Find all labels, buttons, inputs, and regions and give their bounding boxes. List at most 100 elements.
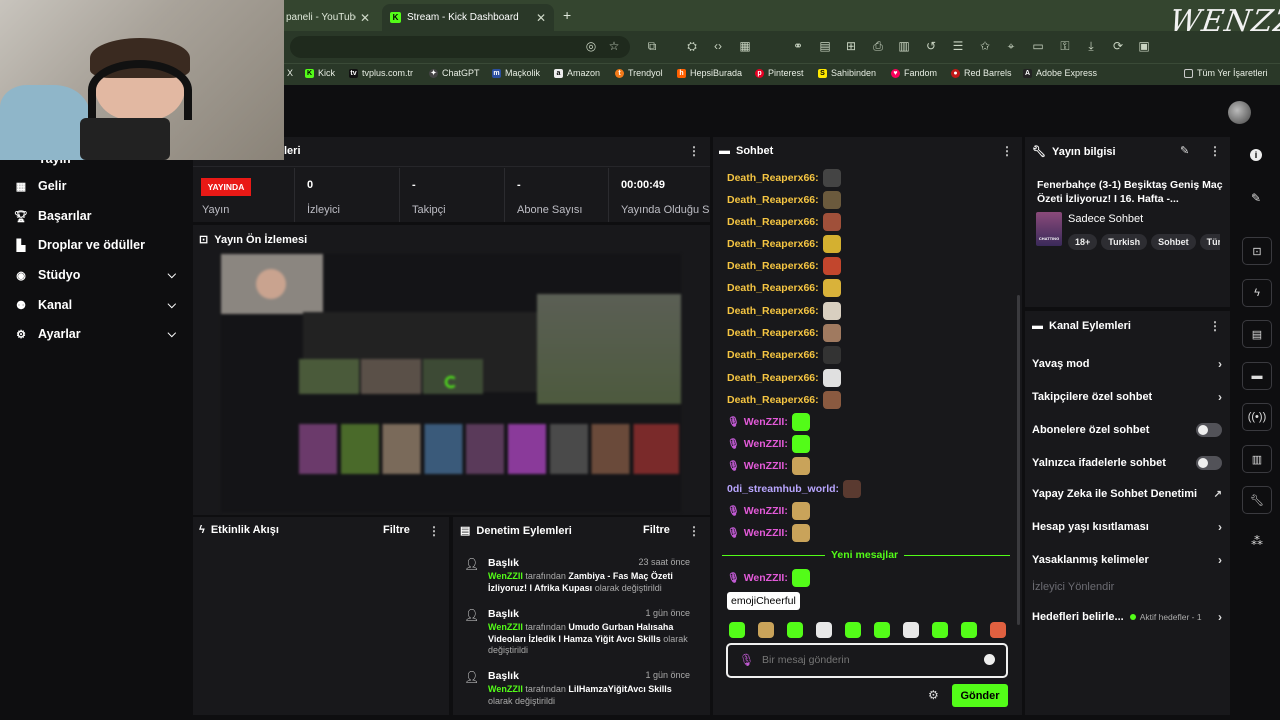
filter-button[interactable]: Filtre [643,524,670,536]
quick-emote[interactable] [961,622,977,638]
chat-username[interactable]: Death_Reaperx66: [727,194,819,206]
chat-emote[interactable] [791,502,810,520]
chat-emote[interactable] [791,413,810,431]
chat-emote[interactable] [791,524,810,542]
chat-emote[interactable] [822,302,841,320]
close-icon[interactable]: ✕ [360,11,370,25]
chat-username[interactable]: Death_Reaperx66: [727,282,819,294]
filter-button[interactable]: Filtre [383,524,410,536]
chat-icon[interactable]: ▬ [1242,362,1272,390]
bookmark-fandom[interactable]: ♥ Fandom [891,68,937,78]
chat-scrollbar[interactable] [1017,295,1020,625]
gear-icon[interactable]: ⚙ [928,688,939,702]
chat-username[interactable]: WenZZII: [744,460,788,472]
quick-emote[interactable] [990,622,1006,638]
action-goals[interactable]: Hedefleri belirle... Aktif hedefler - 1 … [1032,610,1222,624]
code-icon[interactable]: ‹› [710,39,726,53]
chat-emote[interactable] [822,191,841,209]
chat-input[interactable] [762,652,972,668]
scan-icon[interactable]: ⊡ [1242,237,1272,265]
new-tab-button[interactable]: + [563,7,571,23]
chat-emote[interactable] [791,569,810,587]
bookmark-hepsiburada[interactable]: h HepsiBurada [677,68,742,78]
tag-pill[interactable]: 18+ [1068,234,1098,250]
bookmark-amazon[interactable]: a Amazon [554,68,600,78]
bookmark-kick[interactable]: K Kick [305,68,335,78]
chat-username[interactable]: WenZZII: [744,416,788,428]
layout-icon[interactable]: ▥ [1242,445,1272,473]
chat-emote[interactable] [791,457,810,475]
bookmark-sahibinden[interactable]: S Sahibinden [818,68,876,78]
quick-emote[interactable] [932,622,948,638]
more-icon[interactable]: ⋮ [1001,144,1013,158]
chat-username[interactable]: WenZZII: [744,572,788,584]
stream-preview-video[interactable] [221,254,681,512]
note-icon[interactable]: ▤ [1242,320,1272,348]
send-button[interactable]: Gönder [952,684,1008,707]
mod-log-user[interactable]: WenZZII [488,622,523,632]
tab-kick-dashboard[interactable]: K Stream - Kick Dashboard ✕ [382,4,554,31]
table-icon[interactable]: ▦ [737,39,753,53]
chat-emote[interactable] [822,257,841,275]
sidebar-item-gelir[interactable]: ▦ Gelir [14,179,176,193]
wrench-icon[interactable]: 🔧︎ [1242,486,1272,514]
quick-emote[interactable] [845,622,861,638]
list-icon[interactable]: ☰ [950,39,966,53]
location-icon[interactable]: ⌖ [1003,39,1019,54]
card-icon[interactable]: ▭ [1030,39,1046,53]
chat-username[interactable]: Death_Reaperx66: [727,327,819,339]
chat-username[interactable]: Death_Reaperx66: [727,172,819,184]
tab-youtube[interactable]: paneli - YouTube ✕ [278,4,378,31]
chat-username[interactable]: Death_Reaperx66: [727,305,819,317]
chat-emote[interactable] [791,435,810,453]
more-icon[interactable]: ⋮ [1209,319,1221,333]
download-icon[interactable]: ⤓ [1083,39,1099,54]
chat-username[interactable]: WenZZII: [744,505,788,517]
sidebar-item-studyo[interactable]: ◉ Stüdyo ⌵ [14,268,176,282]
sidebar-item-ayarlar[interactable]: ⚙ Ayarlar ⌵ [14,327,176,341]
extension-icon[interactable]: ⧉ [644,39,660,54]
action-followers-only[interactable]: Takipçilere özel sohbet › [1032,390,1222,404]
quick-emote[interactable] [729,622,745,638]
tag-pill[interactable]: Tür [1199,234,1220,250]
reader-icon[interactable]: ▤ [817,39,833,53]
chat-username[interactable]: WenZZII: [744,527,788,539]
key-icon[interactable]: ⚿ [1057,39,1073,54]
chat-emote[interactable] [822,235,841,253]
emoji-picker-icon[interactable] [984,654,995,665]
star-icon[interactable]: ☆ [606,39,622,53]
chat-username[interactable]: Death_Reaperx66: [727,260,819,272]
chat-username[interactable]: WenZZII: [744,438,788,450]
sidebar-item-droplar[interactable]: ▙ Droplar ve ödüller [14,238,176,252]
address-bar[interactable] [290,36,630,58]
bookmark-pinterest[interactable]: p Pinterest [755,68,804,78]
category-thumbnail[interactable]: CHATTING [1036,212,1062,246]
close-icon[interactable]: ✕ [536,11,546,25]
link-icon[interactable]: ⚭ [790,39,806,53]
bookmark-tvplus[interactable]: tv tvplus.com.tr [349,68,413,78]
chat-emote[interactable] [822,213,841,231]
quick-emote[interactable] [787,622,803,638]
bookmark-redbarrels[interactable]: ● Red Barrels [951,68,1012,78]
more-icon[interactable]: ⋮ [688,144,700,158]
action-account-age[interactable]: Hesap yaşı kısıtlaması › [1032,520,1222,534]
tag-pill[interactable]: Turkish [1101,234,1148,250]
bookmark-chatgpt[interactable]: ✦ ChatGPT [429,68,480,78]
sidebar-item-basarilar[interactable]: 🏆︎ Başarılar [14,209,176,223]
lightning-icon[interactable]: ϟ [1242,279,1272,307]
broadcast-icon[interactable]: ((•)) [1242,403,1272,431]
sidebar-item-kanal[interactable]: ⚉ Kanal ⌵ [14,298,176,312]
chat-emote[interactable] [822,346,841,364]
print-icon[interactable]: ⎙ [870,39,886,54]
chat-emote[interactable] [822,391,841,409]
category-name[interactable]: Sadece Sohbet [1068,213,1143,225]
tag-pill[interactable]: Sohbet [1151,234,1196,250]
info-icon[interactable]: i [1250,149,1262,161]
mod-log-user[interactable]: WenZZII [488,571,523,581]
cast-icon[interactable]: ▣ [1136,39,1152,53]
chat-emote[interactable] [822,324,841,342]
more-icon[interactable]: ⋮ [428,524,440,538]
sync-icon[interactable]: ⟳ [1110,39,1126,53]
emote-only-toggle[interactable] [1196,456,1222,470]
mic-icon[interactable]: 🎙︎ [739,653,754,667]
